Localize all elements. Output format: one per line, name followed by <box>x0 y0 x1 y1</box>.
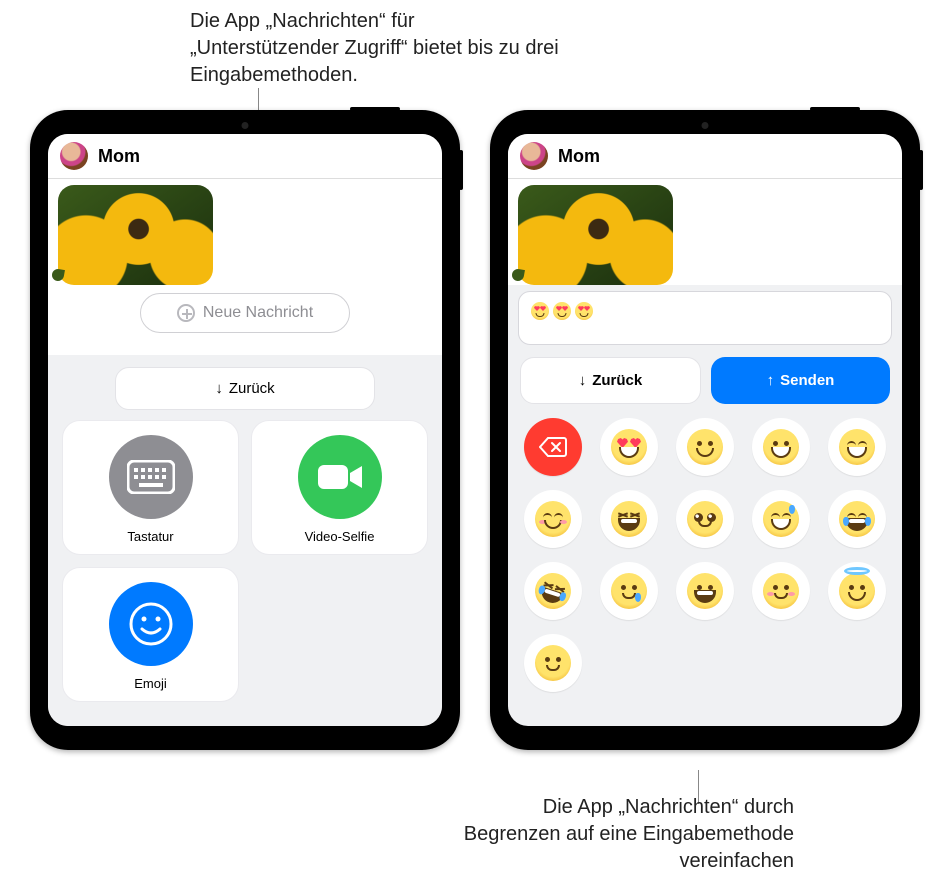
compose-placeholder: Neue Nachricht <box>203 304 313 322</box>
emoji-key-tears-of-joy[interactable] <box>828 490 886 548</box>
received-photo-message[interactable] <box>58 185 213 285</box>
volume-button <box>459 150 463 190</box>
back-button[interactable]: Zurück <box>520 357 701 404</box>
method-keyboard[interactable]: Tastatur <box>62 420 239 555</box>
emoji-key-beaming[interactable] <box>828 418 886 476</box>
back-label: Zurück <box>592 372 642 389</box>
screen-right: Mom Zurück Senden <box>508 134 902 726</box>
power-button <box>810 107 860 111</box>
contact-name: Mom <box>558 146 600 167</box>
received-photo-message[interactable] <box>518 185 673 285</box>
back-label: Zurück <box>229 380 275 397</box>
emoji-icon <box>109 582 193 666</box>
emoji-key-grin[interactable] <box>676 562 734 620</box>
emoji-key-neutral-smile[interactable] <box>524 634 582 692</box>
arrow-down-icon <box>215 380 223 397</box>
ipad-right: Mom Zurück Senden <box>490 110 920 750</box>
emoji-key-crying[interactable] <box>600 562 658 620</box>
action-row: Zurück Senden <box>508 345 902 410</box>
emoji-key-xd-squint[interactable] <box>600 490 658 548</box>
power-button <box>350 107 400 111</box>
contact-avatar[interactable] <box>520 142 548 170</box>
video-icon <box>298 435 382 519</box>
ipad-left: Mom Neue Nachricht Zurück <box>30 110 460 750</box>
message-area: Neue Nachricht <box>48 179 442 355</box>
method-label: Video-Selfie <box>305 529 375 544</box>
callout-bottom: Die App „Nachrichten“ durch Begrenzen au… <box>454 794 794 875</box>
emoji-key-delete[interactable] <box>524 418 582 476</box>
contact-avatar[interactable] <box>60 142 88 170</box>
send-button[interactable]: Senden <box>711 357 890 404</box>
arrow-up-icon <box>767 372 775 389</box>
chat-header: Mom <box>48 134 442 179</box>
method-video-selfie[interactable]: Video-Selfie <box>251 420 428 555</box>
emoji-key-blush-smile[interactable] <box>524 490 582 548</box>
method-label: Tastatur <box>127 529 173 544</box>
emoji-key-sweat-smile[interactable] <box>752 490 810 548</box>
send-label: Senden <box>780 372 834 389</box>
chat-header: Mom <box>508 134 902 179</box>
emoji-key-rofl[interactable] <box>524 562 582 620</box>
compose-field[interactable] <box>518 291 892 345</box>
back-button[interactable]: Zurück <box>115 367 375 410</box>
emoji-key-slight-smile[interactable] <box>752 562 810 620</box>
add-icon <box>177 304 195 322</box>
keyboard-icon <box>109 435 193 519</box>
arrow-down-icon <box>579 372 587 389</box>
contact-name: Mom <box>98 146 140 167</box>
callout-top: Die App „Nachrichten“ für „Unterstützend… <box>190 8 560 89</box>
volume-button <box>919 150 923 190</box>
compose-content <box>531 302 593 320</box>
method-label: Emoji <box>134 676 167 691</box>
compose-field[interactable]: Neue Nachricht <box>140 293 350 333</box>
emoji-key-pleading[interactable] <box>676 490 734 548</box>
emoji-key-halo[interactable] <box>828 562 886 620</box>
emoji-key-smile[interactable] <box>676 418 734 476</box>
message-area <box>508 179 902 285</box>
screen-left: Mom Neue Nachricht Zurück <box>48 134 442 726</box>
input-method-panel: Zurück Tastatur Video-Selfie <box>48 355 442 726</box>
emoji-keyboard <box>508 410 902 706</box>
emoji-key-grin-big[interactable] <box>752 418 810 476</box>
method-emoji[interactable]: Emoji <box>62 567 239 702</box>
emoji-key-heart-eyes[interactable] <box>600 418 658 476</box>
